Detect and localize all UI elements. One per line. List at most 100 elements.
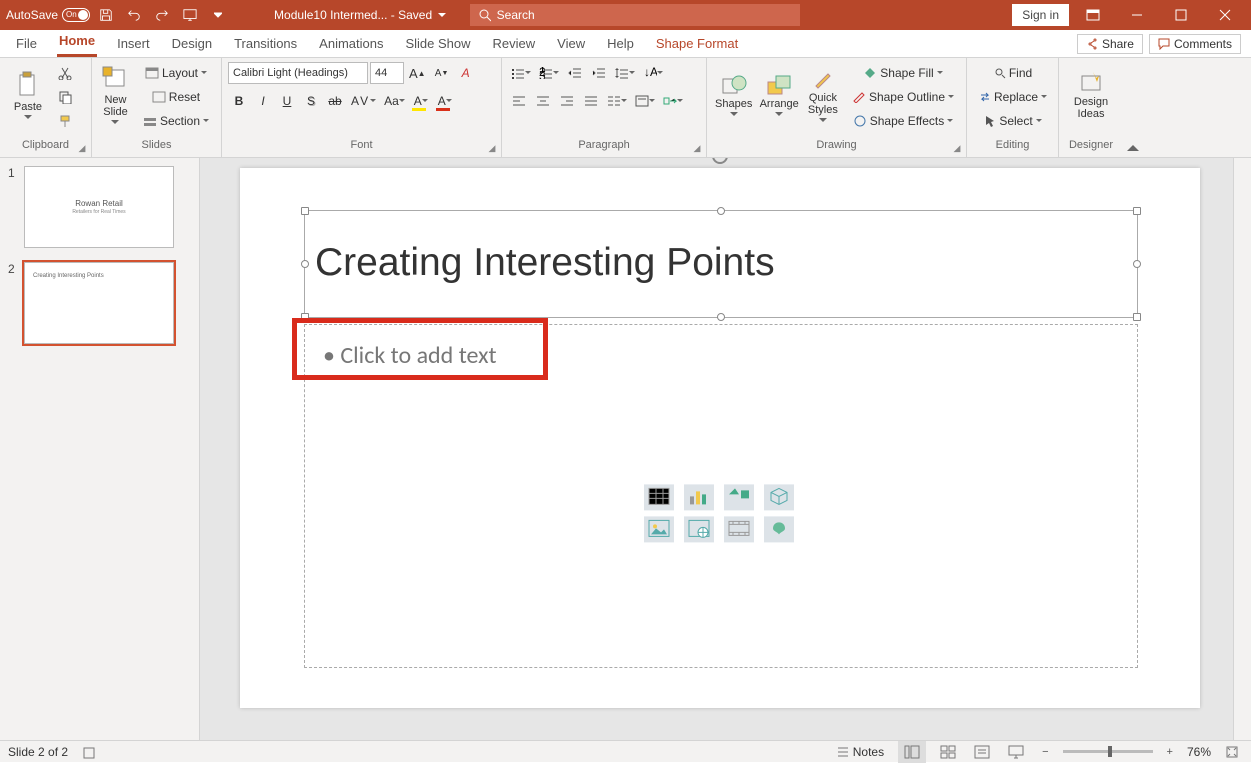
slide-canvas[interactable]: Creating Interesting Points • Click to a… bbox=[200, 158, 1233, 740]
resize-handle[interactable] bbox=[1133, 207, 1141, 215]
inc-indent-icon[interactable] bbox=[588, 62, 610, 84]
dialog-launcher-icon[interactable]: ◢ bbox=[485, 141, 499, 155]
content-placeholder[interactable]: • Click to add text bbox=[304, 324, 1138, 668]
font-name-input[interactable] bbox=[228, 62, 368, 84]
collapse-ribbon-icon[interactable] bbox=[1123, 58, 1143, 157]
tab-insert[interactable]: Insert bbox=[115, 32, 152, 57]
tab-animations[interactable]: Animations bbox=[317, 32, 385, 57]
italic-icon[interactable]: I bbox=[252, 90, 274, 112]
resize-handle[interactable] bbox=[301, 207, 309, 215]
strike-icon[interactable]: ab bbox=[324, 90, 346, 112]
insert-video-icon[interactable] bbox=[724, 516, 754, 542]
tab-transitions[interactable]: Transitions bbox=[232, 32, 299, 57]
slide-thumbnail-1[interactable]: Rowan Retail Retailers for Real Times bbox=[24, 166, 174, 248]
insert-picture-icon[interactable] bbox=[644, 516, 674, 542]
numbering-icon[interactable]: 123 bbox=[536, 62, 562, 84]
new-slide-button[interactable]: New Slide bbox=[98, 62, 133, 128]
resize-handle[interactable] bbox=[301, 260, 309, 268]
slide-thumbnail-2[interactable]: Creating Interesting Points bbox=[24, 262, 174, 344]
dialog-launcher-icon[interactable]: ◢ bbox=[75, 141, 89, 155]
arrange-button[interactable]: Arrange bbox=[758, 62, 799, 128]
body-text[interactable]: • Click to add text bbox=[305, 325, 1137, 386]
align-right-icon[interactable] bbox=[556, 90, 578, 112]
section-button[interactable]: Section bbox=[137, 110, 215, 132]
close-icon[interactable] bbox=[1205, 0, 1245, 30]
notes-button[interactable]: Notes bbox=[832, 741, 888, 763]
tab-file[interactable]: File bbox=[14, 32, 39, 57]
insert-chart-icon[interactable] bbox=[684, 484, 714, 510]
redo-icon[interactable] bbox=[150, 3, 174, 27]
columns-icon[interactable] bbox=[604, 90, 630, 112]
normal-view-icon[interactable] bbox=[898, 741, 926, 763]
autosave-toggle[interactable]: AutoSave On bbox=[6, 8, 90, 22]
search-input[interactable] bbox=[497, 8, 792, 22]
bullets-icon[interactable] bbox=[508, 62, 534, 84]
resize-handle[interactable] bbox=[1133, 260, 1141, 268]
change-case-icon[interactable]: Aa bbox=[381, 90, 408, 112]
zoom-in-icon[interactable]: + bbox=[1163, 741, 1177, 763]
tab-review[interactable]: Review bbox=[491, 32, 538, 57]
share-button[interactable]: Share bbox=[1077, 34, 1143, 54]
shape-effects-button[interactable]: Shape Effects bbox=[846, 110, 960, 132]
rotate-handle-icon[interactable] bbox=[710, 158, 730, 166]
font-size-input[interactable] bbox=[370, 62, 404, 84]
title-placeholder[interactable]: Creating Interesting Points bbox=[304, 210, 1138, 318]
quick-styles-button[interactable]: Quick Styles bbox=[804, 62, 842, 128]
smartart-icon[interactable] bbox=[660, 90, 686, 112]
reading-view-icon[interactable] bbox=[970, 741, 994, 763]
bold-icon[interactable]: B bbox=[228, 90, 250, 112]
dec-indent-icon[interactable] bbox=[564, 62, 586, 84]
slideshow-view-icon[interactable] bbox=[1004, 741, 1028, 763]
replace-button[interactable]: Replace bbox=[973, 86, 1053, 108]
select-button[interactable]: Select bbox=[973, 110, 1053, 132]
format-painter-icon[interactable] bbox=[54, 110, 76, 132]
vertical-scrollbar[interactable] bbox=[1233, 158, 1251, 740]
minimize-icon[interactable] bbox=[1117, 0, 1157, 30]
insert-icon-icon[interactable] bbox=[764, 516, 794, 542]
undo-icon[interactable] bbox=[122, 3, 146, 27]
insert-online-picture-icon[interactable] bbox=[684, 516, 714, 542]
char-spacing-icon[interactable]: AV bbox=[348, 90, 379, 112]
text-direction-icon[interactable]: ↓A bbox=[640, 62, 666, 84]
fit-window-icon[interactable] bbox=[1221, 741, 1243, 763]
shadow-icon[interactable]: S bbox=[300, 90, 322, 112]
maximize-icon[interactable] bbox=[1161, 0, 1201, 30]
tab-design[interactable]: Design bbox=[170, 32, 214, 57]
clear-format-icon[interactable]: A bbox=[455, 62, 477, 84]
comments-button[interactable]: Comments bbox=[1149, 34, 1241, 54]
align-center-icon[interactable] bbox=[532, 90, 554, 112]
slideshow-icon[interactable] bbox=[178, 3, 202, 27]
sorter-view-icon[interactable] bbox=[936, 741, 960, 763]
reset-button[interactable]: Reset bbox=[137, 86, 215, 108]
line-spacing-icon[interactable] bbox=[612, 62, 638, 84]
grow-font-icon[interactable]: A▲ bbox=[406, 62, 429, 84]
zoom-slider[interactable] bbox=[1063, 750, 1153, 753]
font-color-icon[interactable]: A bbox=[434, 90, 456, 112]
search-box[interactable] bbox=[470, 4, 800, 26]
insert-table-icon[interactable] bbox=[644, 484, 674, 510]
qat-more-icon[interactable] bbox=[206, 3, 230, 27]
align-left-icon[interactable] bbox=[508, 90, 530, 112]
find-button[interactable]: Find bbox=[973, 62, 1053, 84]
insert-3d-icon[interactable] bbox=[764, 484, 794, 510]
resize-handle[interactable] bbox=[717, 207, 725, 215]
shapes-button[interactable]: Shapes bbox=[713, 62, 754, 128]
shape-fill-button[interactable]: Shape Fill bbox=[846, 62, 960, 84]
ribbon-display-icon[interactable] bbox=[1073, 0, 1113, 30]
sign-in-button[interactable]: Sign in bbox=[1012, 4, 1069, 26]
dialog-launcher-icon[interactable]: ◢ bbox=[950, 141, 964, 155]
save-icon[interactable] bbox=[94, 3, 118, 27]
shrink-font-icon[interactable]: A▼ bbox=[431, 62, 453, 84]
paste-button[interactable]: Paste bbox=[6, 62, 50, 128]
layout-button[interactable]: Layout bbox=[137, 62, 215, 84]
accessibility-icon[interactable] bbox=[78, 741, 100, 763]
justify-icon[interactable] bbox=[580, 90, 602, 112]
tab-home[interactable]: Home bbox=[57, 29, 97, 57]
highlight-icon[interactable]: A bbox=[410, 90, 432, 112]
dialog-launcher-icon[interactable]: ◢ bbox=[690, 141, 704, 155]
cut-icon[interactable] bbox=[54, 62, 76, 84]
tab-shape-format[interactable]: Shape Format bbox=[654, 32, 740, 57]
shape-outline-button[interactable]: Shape Outline bbox=[846, 86, 960, 108]
resize-handle[interactable] bbox=[717, 313, 725, 321]
align-text-icon[interactable] bbox=[632, 90, 658, 112]
